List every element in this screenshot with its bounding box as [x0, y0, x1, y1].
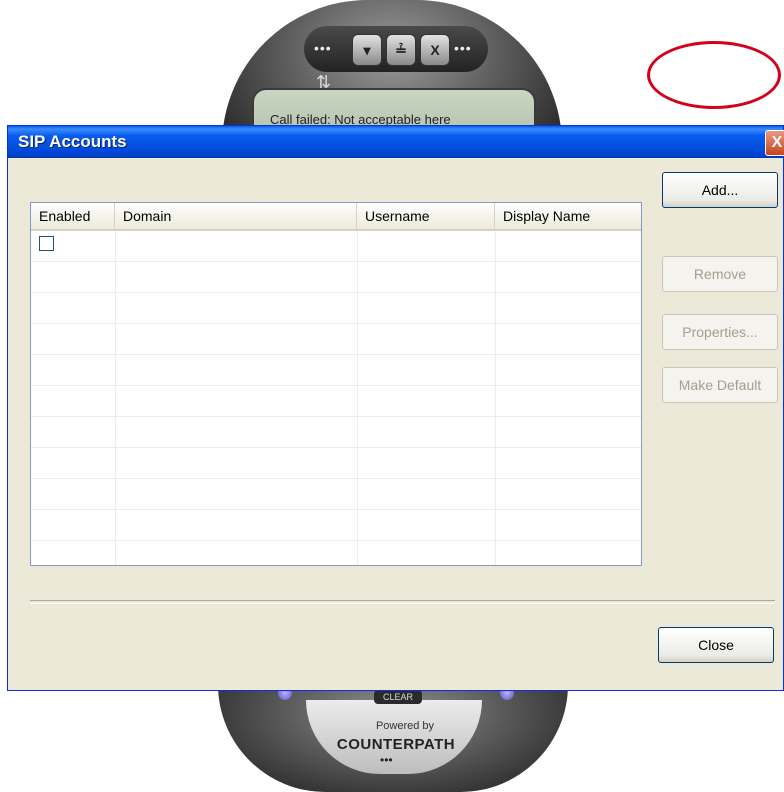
decor-dots-right: ••• [454, 40, 472, 56]
close-button[interactable]: Close [658, 627, 774, 663]
dialog-titlebar[interactable]: SIP Accounts X [8, 126, 784, 158]
empty-row [31, 324, 641, 355]
phone-close-icon[interactable]: X [420, 34, 450, 66]
empty-row [31, 448, 641, 479]
titlebar-close-icon[interactable]: X [765, 130, 784, 156]
minimize-icon[interactable]: ▾ [352, 34, 382, 66]
table-row[interactable] [31, 231, 641, 262]
table-header: Enabled Domain Username Display Name [31, 203, 641, 231]
empty-row [31, 355, 641, 386]
empty-row [31, 541, 641, 565]
annotation-highlight-ring [647, 41, 781, 109]
sip-accounts-dialog: SIP Accounts X Enabled Domain Username D… [7, 125, 784, 691]
empty-row [31, 479, 641, 510]
column-header-display-name[interactable]: Display Name [495, 203, 641, 229]
account-properties-button[interactable]: Properties... [662, 314, 778, 350]
logo-dots: ••• [380, 753, 393, 767]
clear-button[interactable]: CLEAR [374, 690, 422, 704]
accounts-table[interactable]: Enabled Domain Username Display Name [30, 202, 642, 566]
column-header-domain[interactable]: Domain [115, 203, 357, 229]
dialog-title: SIP Accounts [18, 132, 127, 151]
remove-account-button[interactable]: Remove [662, 256, 778, 292]
column-header-enabled[interactable]: Enabled [31, 203, 115, 229]
column-header-username[interactable]: Username [357, 203, 495, 229]
make-default-button[interactable]: Make Default [662, 367, 778, 403]
enabled-checkbox[interactable] [39, 236, 54, 251]
mode-icon[interactable]: ≟ [386, 34, 416, 66]
powered-by-text: Powered by [375, 720, 435, 732]
empty-row [31, 262, 641, 293]
decor-dots-left: ••• [314, 40, 332, 56]
empty-row [31, 386, 641, 417]
empty-row [31, 293, 641, 324]
divider [30, 600, 775, 604]
add-account-button[interactable]: Add... [662, 172, 778, 208]
counterpath-logo: COUNTERPATH [336, 736, 456, 753]
empty-row [31, 510, 641, 541]
empty-row [31, 417, 641, 448]
